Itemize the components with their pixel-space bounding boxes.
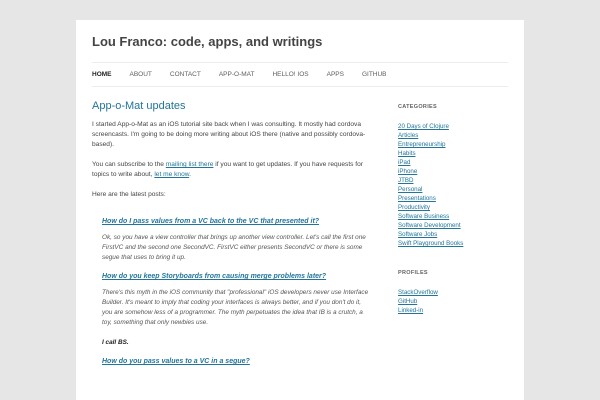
subscribe-text-before: You can subscribe to the: [92, 161, 166, 168]
let-me-know-link[interactable]: let me know: [154, 171, 189, 178]
post-intro: I started App-o-Mat as an iOS tutorial s…: [92, 121, 366, 148]
category-link[interactable]: Software Development: [398, 221, 508, 230]
profiles-list: StackOverflow GitHub Linked-in: [398, 288, 508, 315]
sidebar: CATEGORIES 20 Days of Clojure Articles E…: [398, 104, 508, 337]
category-link[interactable]: Software Business: [398, 212, 508, 221]
category-link[interactable]: JTBD: [398, 176, 508, 185]
category-link[interactable]: Software Jobs: [398, 230, 508, 239]
subscribe-paragraph: You can subscribe to the mailing list th…: [92, 160, 370, 180]
nav-item-github[interactable]: GITHUB: [362, 71, 387, 78]
entry-title-storyboards-merge[interactable]: How do you keep Storyboards from causing…: [102, 273, 370, 280]
nav-item-app-o-mat[interactable]: APP-O-MAT: [219, 71, 255, 78]
category-link[interactable]: iPad: [398, 158, 508, 167]
nav-item-about[interactable]: ABOUT: [130, 71, 152, 78]
post-content: App-o-Mat updates I started App-o-Mat as…: [92, 100, 370, 373]
entry-excerpt-pass-values-back: Ok, so you have a view controller that b…: [102, 234, 366, 261]
category-link[interactable]: iPhone: [398, 167, 508, 176]
site-title[interactable]: Lou Franco: code, apps, and writings: [92, 34, 322, 49]
nav-item-contact[interactable]: CONTACT: [170, 71, 201, 78]
latest-posts-list: How do I pass values from a VC back to t…: [102, 218, 370, 365]
entry-excerpt-storyboards-merge: There's this myth in the iOS community t…: [102, 289, 369, 326]
page-container: Lou Franco: code, apps, and writings HOM…: [76, 20, 524, 400]
nav-item-hello-ios[interactable]: HELLO! IOS: [272, 71, 308, 78]
profile-link-github[interactable]: GitHub: [398, 297, 508, 306]
categories-list: 20 Days of Clojure Articles Entrepreneur…: [398, 122, 508, 248]
latest-posts-label: Here are the latest posts:: [92, 191, 166, 198]
entry-title-pass-values-segue[interactable]: How do you pass values to a VC in a segu…: [102, 358, 370, 365]
category-link[interactable]: Personal: [398, 185, 508, 194]
subscribe-text-after: .: [189, 171, 191, 178]
profile-link-linkedin[interactable]: Linked-in: [398, 306, 508, 315]
nav-item-apps[interactable]: APPS: [327, 71, 344, 78]
category-link[interactable]: Habits: [398, 149, 508, 158]
mailing-list-link[interactable]: mailing list there: [166, 161, 214, 168]
categories-heading: CATEGORIES: [398, 104, 437, 110]
category-link[interactable]: Presentations: [398, 194, 508, 203]
call-bs-text: I call BS.: [102, 339, 129, 346]
category-link[interactable]: 20 Days of Clojure: [398, 122, 508, 131]
category-link[interactable]: Swift Playground Books: [398, 239, 508, 248]
profiles-heading: PROFILES: [398, 270, 428, 276]
category-link[interactable]: Articles: [398, 131, 508, 140]
nav-item-home[interactable]: HOME: [92, 71, 112, 78]
post-title[interactable]: App-o-Mat updates: [92, 100, 370, 112]
profile-link-stackoverflow[interactable]: StackOverflow: [398, 288, 508, 297]
category-link[interactable]: Entrepreneurship: [398, 140, 508, 149]
category-link[interactable]: Productivity: [398, 203, 508, 212]
main-navigation: HOME ABOUT CONTACT APP-O-MAT HELLO! IOS …: [92, 62, 508, 87]
entry-title-pass-values-back[interactable]: How do I pass values from a VC back to t…: [102, 218, 370, 225]
